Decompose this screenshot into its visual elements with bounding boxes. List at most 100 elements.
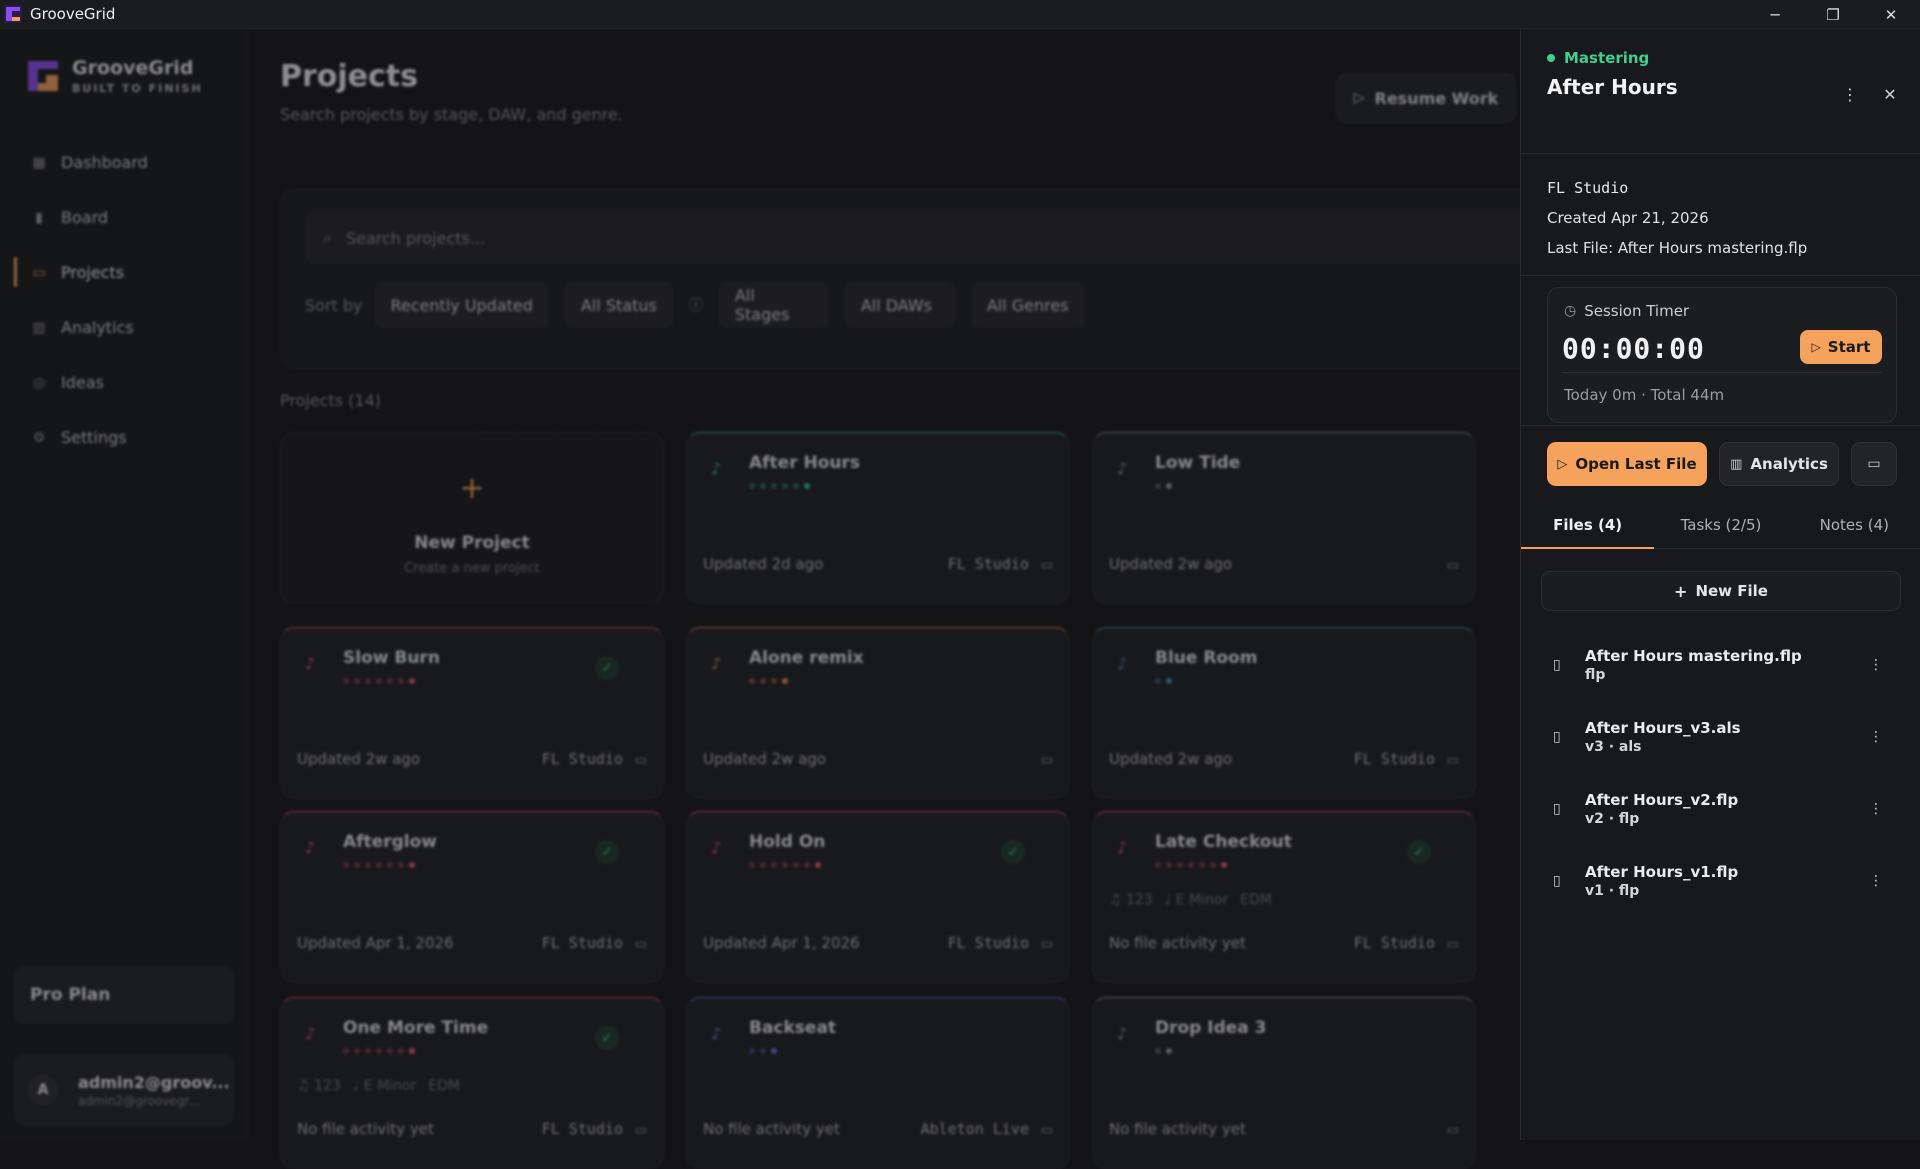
- folder-icon[interactable]: ▭: [635, 937, 647, 952]
- updated-label: No file activity yet: [1109, 934, 1246, 952]
- sidebar-item-projects[interactable]: ▭ Projects: [0, 245, 247, 300]
- info-icon[interactable]: ⓘ: [689, 295, 703, 315]
- updated-label: Updated 2w ago: [703, 750, 827, 768]
- user-account[interactable]: A admin2@groov... admin2@groovegr...: [14, 1054, 234, 1126]
- new-project-card[interactable]: + New Project Create a new project: [280, 432, 664, 604]
- stage-dot: [804, 483, 810, 489]
- sidebar-nav: ▦ Dashboard ▮ Board ▭ Projects ▥ Analytics ◎…: [0, 135, 247, 465]
- open-last-file-button[interactable]: ▷ Open Last File: [1547, 442, 1707, 486]
- more-options-icon[interactable]: ⋮: [1869, 801, 1883, 817]
- stage-dot: [782, 678, 788, 684]
- stage-dot: [782, 483, 788, 489]
- more-options-icon[interactable]: ⋮: [1869, 729, 1883, 745]
- close-window-button[interactable]: ✕: [1862, 0, 1920, 29]
- daw-filter[interactable]: All DAWs: [844, 282, 955, 328]
- sidebar-item-analytics[interactable]: ▥ Analytics: [0, 300, 247, 355]
- stage-dot: [376, 862, 382, 868]
- user-name: admin2@groov...: [78, 1072, 230, 1092]
- stage-dot: [749, 1048, 755, 1054]
- folder-icon[interactable]: ▭: [1447, 937, 1459, 952]
- music-note-icon: ♪: [305, 654, 316, 673]
- project-card[interactable]: ♪ Hold On ✓ Updated Apr 1, 2026 FL Studio ▭: [686, 811, 1070, 983]
- pro-plan-button[interactable]: Pro Plan: [14, 966, 234, 1024]
- folder-icon[interactable]: ▭: [1447, 558, 1459, 573]
- status-filter[interactable]: All Status: [564, 282, 673, 328]
- stage-dot: [343, 1048, 349, 1054]
- sidebar-item-settings[interactable]: ⚙ Settings: [0, 410, 247, 465]
- project-card[interactable]: ♪ Low Tide Updated 2w ago ▭: [1092, 432, 1476, 604]
- stage-dot: [1166, 678, 1172, 684]
- folder-icon[interactable]: ▭: [1447, 1123, 1459, 1138]
- analytics-button[interactable]: ▥ Analytics: [1719, 442, 1839, 486]
- project-card[interactable]: ♪ Alone remix Updated 2w ago ▭: [686, 627, 1070, 799]
- folder-icon[interactable]: ▭: [1041, 937, 1053, 952]
- folder-icon[interactable]: ▭: [1041, 753, 1053, 768]
- check-icon: ✓: [1407, 840, 1431, 864]
- stage-dot: [365, 1048, 371, 1054]
- stage-dot: [365, 862, 371, 868]
- stage-dot: [793, 483, 799, 489]
- project-card[interactable]: ♪ Backseat No file activity yet Ableton Liv…: [686, 997, 1070, 1169]
- project-name: Hold On: [749, 832, 826, 852]
- updated-label: Updated 2w ago: [297, 750, 421, 768]
- stage-filter[interactable]: All Stages: [718, 282, 829, 328]
- stage-progress: [749, 678, 788, 684]
- project-card[interactable]: ♪ One More Time ✓ ♫ 123 ♩ E Minor EDM No file …: [280, 997, 664, 1169]
- new-file-button[interactable]: + New File: [1541, 571, 1901, 611]
- project-card[interactable]: ♪ Drop Idea 3 No file activity yet ▭: [1092, 997, 1476, 1169]
- more-options-icon[interactable]: ⋮: [1869, 657, 1883, 673]
- project-card[interactable]: ♪ Blue Room Updated 2w ago FL Studio ▭: [1092, 627, 1476, 799]
- list-item[interactable]: ▯ After Hours_v1.flp v1 · flp ⋮: [1541, 845, 1901, 917]
- folder-icon[interactable]: ▭: [1447, 753, 1459, 768]
- stage-dot: [760, 1048, 766, 1054]
- play-icon: ▷: [1557, 456, 1568, 472]
- sidebar-item-board[interactable]: ▮ Board: [0, 190, 247, 245]
- folder-icon[interactable]: ▭: [635, 753, 647, 768]
- tab-files[interactable]: Files (4): [1521, 501, 1655, 549]
- minimize-button[interactable]: ─: [1746, 0, 1804, 29]
- sort-select[interactable]: Recently Updated: [374, 282, 549, 328]
- folder-icon[interactable]: ▭: [1041, 558, 1053, 573]
- list-item[interactable]: ▯ After Hours_v3.als v3 · als ⋮: [1541, 701, 1901, 773]
- updated-label: Updated 2w ago: [1109, 555, 1233, 573]
- project-name: One More Time: [343, 1018, 489, 1038]
- list-item[interactable]: ▯ After Hours mastering.flp flp ⋮: [1541, 629, 1901, 701]
- project-card[interactable]: ♪ After Hours Updated 2d ago FL Studio ▭: [686, 432, 1070, 604]
- project-card[interactable]: ♪ Afterglow ✓ Updated Apr 1, 2026 FL Studio ▭: [280, 811, 664, 983]
- sidebar-item-ideas[interactable]: ◎ Ideas: [0, 355, 247, 410]
- open-folder-button[interactable]: ▭: [1851, 442, 1897, 486]
- maximize-button[interactable]: ❐: [1804, 0, 1862, 29]
- tab-tasks[interactable]: Tasks (2/5): [1654, 501, 1787, 548]
- stage-dot: [343, 862, 349, 868]
- check-icon: ✓: [595, 656, 619, 680]
- page-title: Projects: [280, 59, 419, 94]
- search-icon: ⌕: [323, 228, 332, 247]
- stage-progress: [749, 1048, 777, 1054]
- file-name: After Hours_v3.als: [1585, 719, 1741, 737]
- timer-label: ◷ Session Timer: [1564, 302, 1690, 320]
- project-card[interactable]: ♪ Slow Burn ✓ Updated 2w ago FL Studio ▭: [280, 627, 664, 799]
- project-name: Late Checkout: [1155, 832, 1292, 852]
- bar-chart-icon: ▥: [32, 319, 46, 336]
- sidebar-item-dashboard[interactable]: ▦ Dashboard: [0, 135, 247, 190]
- project-card[interactable]: ♪ Late Checkout ✓ ♫ 123 ♩ E Minor EDM No file …: [1092, 811, 1476, 983]
- folder-icon[interactable]: ▭: [1041, 1123, 1053, 1138]
- music-note-icon: ♪: [1117, 1024, 1128, 1043]
- genre-filter[interactable]: All Genres: [970, 282, 1085, 328]
- more-options-icon[interactable]: ⋮: [1869, 873, 1883, 889]
- tab-notes[interactable]: Notes (4): [1788, 501, 1920, 548]
- close-panel-icon[interactable]: ✕: [1877, 81, 1903, 107]
- list-item[interactable]: ▯ After Hours_v2.flp v2 · flp ⋮: [1541, 773, 1901, 845]
- more-options-icon[interactable]: ⋮: [1837, 81, 1863, 107]
- start-timer-button[interactable]: ▷ Start: [1800, 330, 1882, 364]
- stage-dot: [354, 1048, 360, 1054]
- folder-icon[interactable]: ▭: [635, 1123, 647, 1138]
- music-note-icon: ♪: [305, 838, 316, 857]
- stage-progress: [343, 678, 415, 684]
- resume-work-button[interactable]: ▷ Resume Work: [1336, 73, 1516, 123]
- timer-display: 00:00:00: [1562, 332, 1705, 365]
- divider: [1521, 275, 1920, 276]
- stage-dot: [1166, 862, 1172, 868]
- search-input[interactable]: ⌕ Search projects...: [305, 212, 1535, 264]
- stage-dot: [771, 678, 777, 684]
